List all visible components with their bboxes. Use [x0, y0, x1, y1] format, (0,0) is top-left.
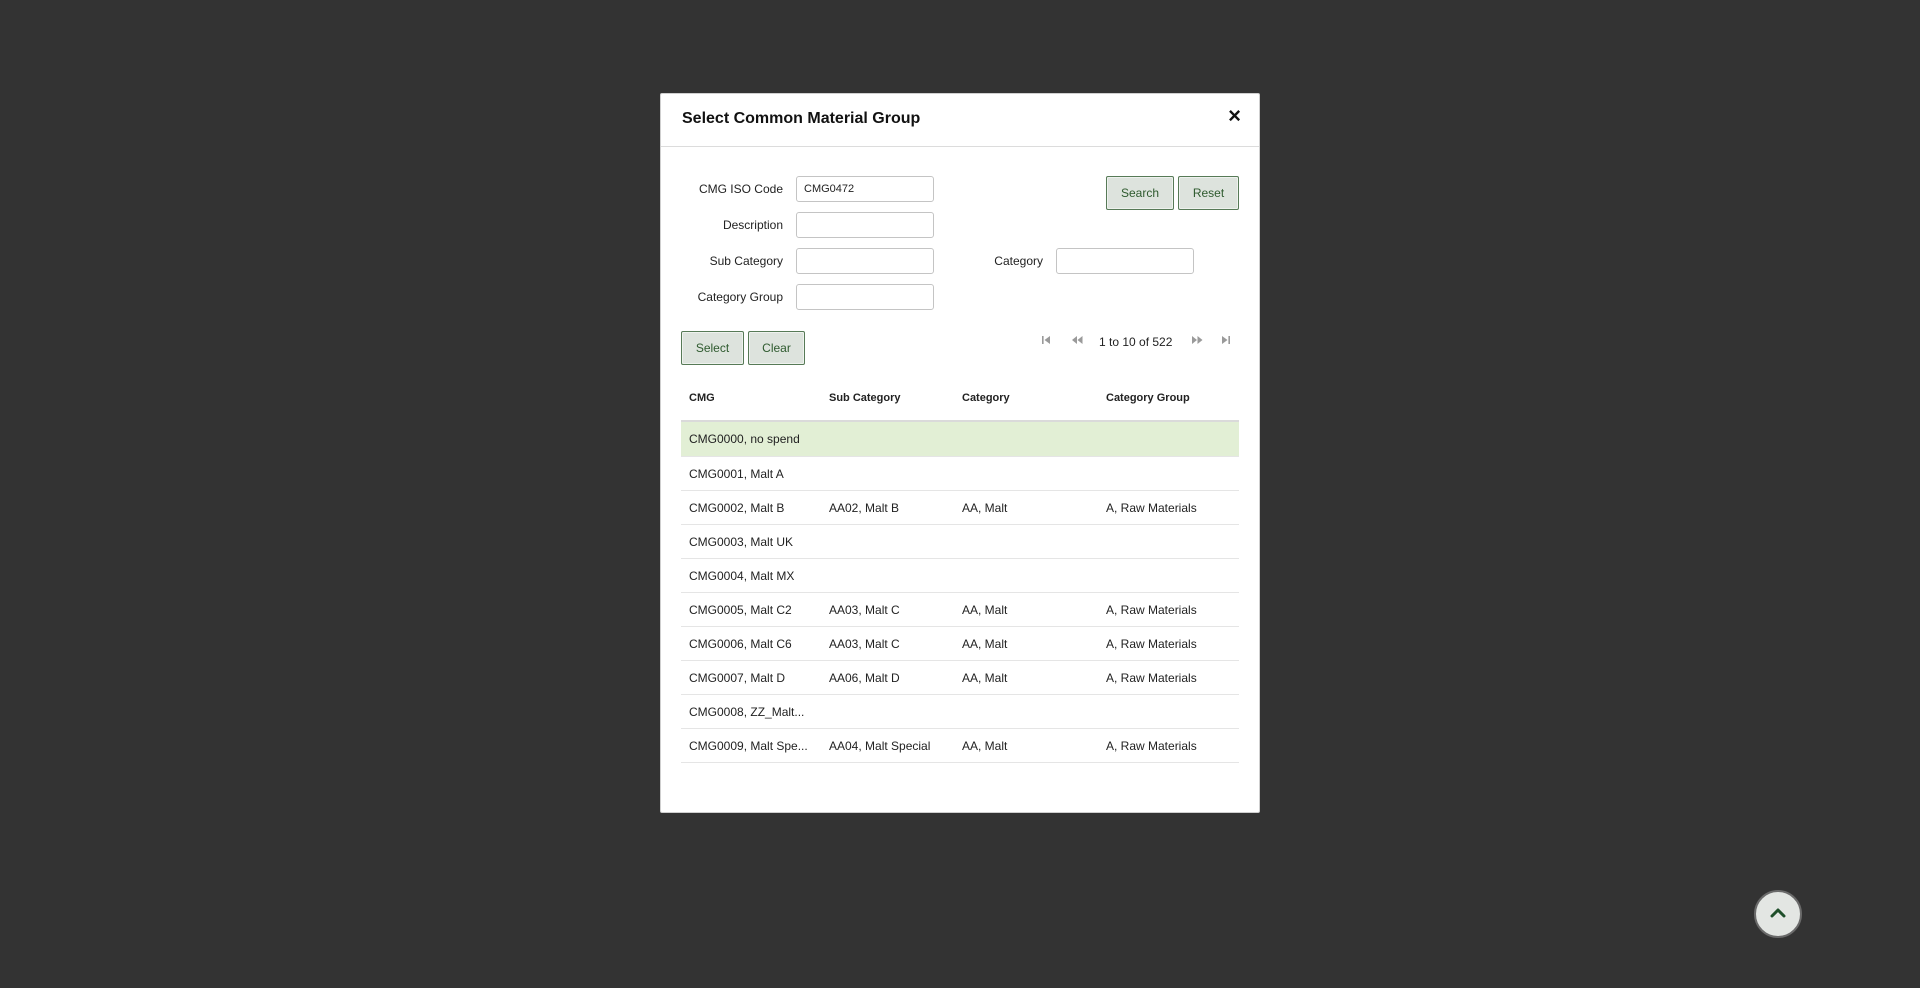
cell-cmg: CMG0002, Malt B	[689, 501, 785, 515]
reset-button[interactable]: Reset	[1178, 176, 1239, 210]
table-row[interactable]: CMG0007, Malt D AA06, Malt D AA, Malt A, Ra…	[681, 661, 1239, 695]
category-group-label: Category Group	[697, 290, 783, 304]
cell-cmg: CMG0004, Malt MX	[689, 569, 795, 583]
description-input[interactable]	[796, 212, 934, 238]
cell-sub-category: AA04, Malt Special	[829, 739, 931, 753]
last-page-icon[interactable]	[1220, 334, 1232, 349]
next-page-icon[interactable]	[1190, 334, 1204, 349]
table-row[interactable]: CMG0001, Malt A	[681, 457, 1239, 491]
category-group-input[interactable]	[796, 284, 934, 310]
table-body: CMG0000, no spend CMG0001, Malt A CMG0002,…	[681, 422, 1239, 763]
cell-category-group: A, Raw Materials	[1106, 501, 1197, 515]
iso-code-label: CMG ISO Code	[698, 182, 783, 196]
cell-category-group: A, Raw Materials	[1106, 637, 1197, 651]
cell-cmg: CMG0007, Malt D	[689, 671, 786, 685]
chevron-up-icon	[1770, 905, 1786, 923]
description-label: Description	[722, 218, 783, 232]
cell-category: AA, Malt	[962, 501, 1008, 515]
dialog-header: Select Common Material Group ×	[661, 94, 1259, 147]
cell-category: AA, Malt	[962, 671, 1008, 685]
page-range-text: 1 to 10 of 522	[1099, 335, 1173, 349]
cell-cmg: CMG0000, no spend	[689, 432, 800, 446]
cmg-results-table: CMG Sub Category Category Category Group…	[681, 386, 1239, 763]
table-row[interactable]: CMG0000, no spend	[681, 422, 1239, 457]
cell-sub-category: AA02, Malt B	[829, 501, 900, 515]
table-row[interactable]: CMG0003, Malt UK	[681, 525, 1239, 559]
cell-category-group: A, Raw Materials	[1106, 671, 1197, 685]
search-button[interactable]: Search	[1106, 176, 1174, 210]
table-row[interactable]: CMG0004, Malt MX	[681, 559, 1239, 593]
cell-sub-category: AA03, Malt C	[829, 637, 900, 651]
cell-cmg: CMG0006, Malt C6	[689, 637, 792, 651]
close-icon[interactable]: ×	[1228, 105, 1241, 127]
first-page-icon[interactable]	[1040, 334, 1052, 349]
cell-category-group: A, Raw Materials	[1106, 739, 1197, 753]
table-row[interactable]: CMG0005, Malt C2 AA03, Malt C AA, Malt A, R…	[681, 593, 1239, 627]
table-row[interactable]: CMG0008, ZZ_Malt...	[681, 695, 1239, 729]
cell-cmg: CMG0001, Malt A	[689, 467, 784, 481]
sub-category-label: Sub Category	[709, 254, 783, 268]
scroll-to-top-button[interactable]	[1754, 890, 1802, 938]
column-header-category[interactable]: Category	[962, 392, 1092, 404]
cell-sub-category: AA03, Malt C	[829, 603, 900, 617]
table-row[interactable]: CMG0002, Malt B AA02, Malt B AA, Malt A, Ra…	[681, 491, 1239, 525]
cell-category-group: A, Raw Materials	[1106, 603, 1197, 617]
cell-cmg: CMG0008, ZZ_Malt...	[689, 705, 805, 719]
pagination: 1 to 10 of 522	[661, 334, 1259, 354]
cell-cmg: CMG0009, Malt Spe...	[689, 739, 808, 753]
cell-category: AA, Malt	[962, 603, 1008, 617]
sub-category-input[interactable]	[796, 248, 934, 274]
select-cmg-dialog: Select Common Material Group × CMG ISO C…	[660, 93, 1260, 813]
table-header: CMG Sub Category Category Category Group	[681, 386, 1239, 422]
cell-category: AA, Malt	[962, 637, 1008, 651]
cell-category: AA, Malt	[962, 739, 1008, 753]
cell-cmg: CMG0003, Malt UK	[689, 535, 794, 549]
iso-code-input[interactable]	[796, 176, 934, 202]
previous-page-icon[interactable]	[1070, 334, 1084, 349]
column-header-cmg[interactable]: CMG	[689, 392, 819, 404]
category-input[interactable]	[1056, 248, 1194, 274]
table-row[interactable]: CMG0006, Malt C6 AA03, Malt C AA, Malt A, R…	[681, 627, 1239, 661]
column-header-category-group[interactable]: Category Group	[1106, 392, 1236, 404]
cell-cmg: CMG0005, Malt C2	[689, 603, 792, 617]
dialog-title: Select Common Material Group	[682, 110, 921, 127]
cell-sub-category: AA06, Malt D	[829, 671, 900, 685]
table-row[interactable]: CMG0009, Malt Spe... AA04, Malt Special AA…	[681, 729, 1239, 763]
column-header-sub-category[interactable]: Sub Category	[829, 392, 954, 404]
category-label: Category	[994, 254, 1043, 268]
